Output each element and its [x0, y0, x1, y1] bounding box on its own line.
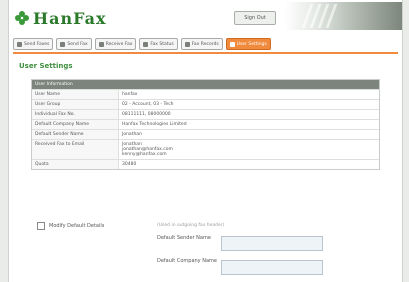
row-label: Default Company Name — [32, 120, 119, 129]
page-title: User Settings — [19, 62, 73, 70]
nav-receive-fax[interactable]: Receive Fax — [94, 38, 137, 50]
nav-fax-status[interactable]: Fax Status — [139, 38, 178, 50]
table-header: User Information — [32, 80, 379, 89]
logo-text: HanFax — [33, 8, 107, 28]
row-value: 02 - Account, 03 - Tech — [122, 102, 174, 107]
nav-send-fax[interactable]: Send Fax — [56, 38, 92, 50]
fax-icon — [60, 41, 66, 47]
row-label: Received Fax to Email — [32, 140, 119, 159]
nav-label: Receive Fax — [105, 41, 133, 47]
nav-label: Fax Records — [191, 41, 219, 47]
row-value: Hanfax Technologies Limited — [122, 122, 187, 127]
row-value: Jonathan jonathan@hanfax.com kenny@hanfa… — [122, 142, 173, 157]
sender-name-label: Default Sender Name — [157, 235, 211, 241]
nav-send-faxes[interactable]: Send Faxes — [13, 38, 54, 50]
modify-default-checkbox[interactable] — [37, 222, 45, 230]
nav-label: Send Faxes — [24, 41, 50, 47]
row-value: hanfax — [122, 92, 138, 97]
main-nav: Send Faxes Send Fax Receive Fax Fax Stat… — [13, 38, 271, 50]
sign-out-button[interactable]: Sign Out — [234, 11, 276, 25]
settings-icon — [229, 41, 235, 47]
row-label: Individual Fax No. — [32, 110, 119, 119]
table-row: User Group 02 - Account, 03 - Tech — [32, 99, 379, 109]
row-label: Quota — [32, 160, 119, 169]
header: HanFax Sign Out — [9, 0, 402, 32]
nav-label: User Settings — [236, 41, 267, 47]
hint-text: (Used in outgoing fax header) — [157, 223, 225, 228]
row-label: Default Sender Name — [32, 130, 119, 139]
table-row: User Name hanfax — [32, 89, 379, 99]
row-value: 30480 — [122, 162, 137, 167]
table-row: Individual Fax No. 08111111, 08000000 — [32, 109, 379, 119]
hanfax-logo: HanFax — [15, 8, 107, 28]
modify-default-label: Modify Default Details — [49, 223, 105, 229]
row-label: User Name — [32, 90, 119, 99]
table-row: Default Sender Name Jonathan — [32, 129, 379, 139]
app-window: HanFax Sign Out Send Faxes Send Fax Rece… — [8, 0, 403, 282]
send-icon — [17, 41, 22, 47]
row-label: User Group — [32, 100, 119, 109]
banner-image — [284, 2, 402, 30]
company-name-label: Default Company Name — [157, 258, 217, 264]
nav-label: Fax Status — [150, 41, 174, 47]
nav-label: Send Fax — [67, 41, 88, 47]
sender-name-field[interactable] — [221, 236, 323, 251]
row-value: Jonathan — [122, 132, 142, 137]
inbox-icon — [98, 41, 104, 47]
status-icon — [143, 41, 149, 47]
nav-fax-records[interactable]: Fax Records — [180, 38, 223, 50]
nav-divider — [13, 52, 398, 54]
modify-default-details[interactable]: Modify Default Details — [37, 222, 104, 230]
table-row: Received Fax to Email Jonathan jonathan@… — [32, 139, 379, 159]
records-icon — [184, 41, 190, 47]
table-row: Quota 30480 — [32, 159, 379, 169]
user-information-table: User Information User Name hanfax User G… — [31, 79, 380, 170]
row-value: 08111111, 08000000 — [122, 112, 171, 117]
nav-user-settings[interactable]: User Settings — [225, 38, 271, 50]
table-row: Default Company Name Hanfax Technologies… — [32, 119, 379, 129]
company-name-field[interactable] — [221, 260, 323, 275]
clover-logo-icon — [15, 11, 29, 25]
